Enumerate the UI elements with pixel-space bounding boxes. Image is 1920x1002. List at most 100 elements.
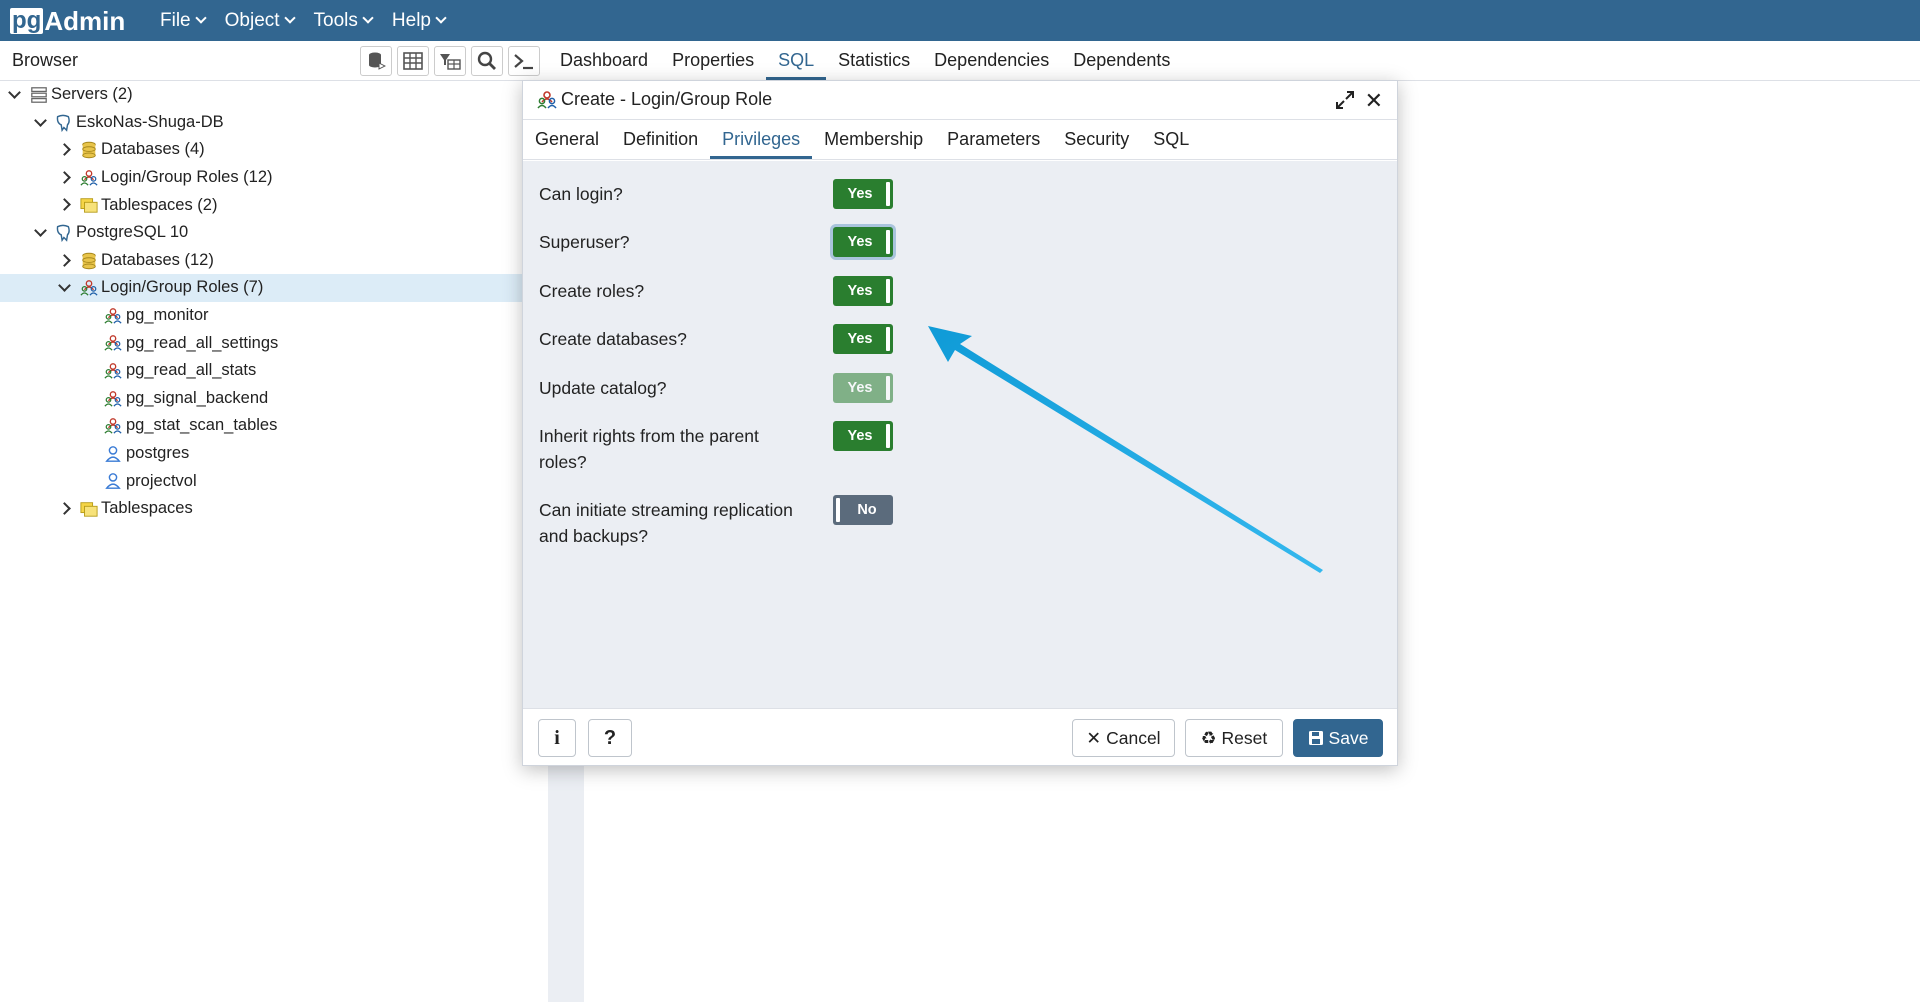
tab-dashboard[interactable]: Dashboard — [548, 42, 660, 80]
tree-item[interactable]: pg_monitor — [0, 302, 522, 330]
menu-tools[interactable]: Tools — [314, 10, 374, 32]
chevron-down-icon[interactable] — [34, 224, 47, 237]
search-icon — [477, 51, 496, 70]
chevron-right-icon[interactable] — [58, 253, 71, 267]
tree-item-label: pg_stat_scan_tables — [126, 416, 278, 435]
tree-item-label: Tablespaces — [101, 499, 193, 518]
menu-file-label: File — [160, 9, 191, 31]
chevron-right-icon[interactable] — [58, 198, 71, 212]
info-button[interactable]: i — [538, 719, 576, 757]
save-button[interactable]: Save — [1293, 719, 1383, 757]
pgadmin-logo[interactable]: pg Admin — [10, 6, 125, 36]
privilege-label: Can initiate streaming replication and b… — [539, 500, 793, 546]
menu-file[interactable]: File — [160, 9, 207, 32]
tree-item[interactable]: pg_signal_backend — [0, 385, 522, 413]
menu-help[interactable]: Help — [391, 9, 447, 32]
query-tool-icon — [369, 52, 386, 70]
tree-item-label: projectvol — [126, 471, 197, 490]
main-menu: File Object Tools Help — [160, 0, 465, 41]
dialog-tabs: General Definition Privileges Membership… — [523, 120, 1397, 160]
chevron-right-icon[interactable] — [58, 502, 71, 515]
query-tool-button[interactable] — [360, 46, 392, 76]
inherit-rights-toggle[interactable]: Yes — [833, 421, 893, 451]
tablespaces-icon — [80, 502, 98, 517]
tree-item[interactable]: pg_read_all_settings — [0, 329, 522, 357]
superuser-toggle[interactable]: Yes — [833, 227, 893, 257]
tree-item[interactable]: EskoNas-Shuga-DB — [0, 109, 522, 137]
group-role-icon — [104, 307, 122, 324]
tab-parameters[interactable]: Parameters — [935, 121, 1052, 159]
tree-item-label: Servers (2) — [51, 85, 133, 104]
tree-item[interactable]: Databases (4) — [0, 136, 522, 164]
psql-tool-button[interactable] — [508, 46, 540, 76]
create-databases-toggle[interactable]: Yes — [833, 324, 893, 354]
chevron-down-icon — [435, 12, 447, 24]
close-icon[interactable]: ✕ — [1365, 88, 1383, 114]
toggle-value: Yes — [847, 428, 873, 444]
tree-item[interactable]: Databases (12) — [0, 247, 522, 275]
tab-properties[interactable]: Properties — [660, 42, 766, 80]
dialog-titlebar[interactable]: Create - Login/Group Role ✕ — [523, 81, 1397, 120]
tab-privileges[interactable]: Privileges — [710, 121, 813, 159]
close-icon: ✕ — [1086, 727, 1102, 748]
tablespaces-icon — [80, 198, 98, 214]
chevron-right-icon[interactable] — [58, 170, 71, 184]
filtered-rows-button[interactable] — [434, 46, 466, 76]
tab-dependents[interactable]: Dependents — [1061, 42, 1182, 80]
tab-membership[interactable]: Membership — [812, 121, 935, 159]
servers-icon — [31, 87, 47, 103]
privilege-label: Create roles? — [539, 281, 645, 301]
menu-help-label: Help — [391, 9, 431, 31]
toggle-value: Yes — [847, 380, 873, 396]
server-elephant-icon — [56, 114, 70, 132]
tree-item[interactable]: Login/Group Roles (7) — [0, 274, 522, 302]
tree-item[interactable]: PostgreSQL 10 — [0, 219, 522, 247]
chevron-down-icon — [283, 12, 296, 24]
tab-definition[interactable]: Definition — [611, 121, 710, 159]
chevron-right-icon[interactable] — [58, 143, 71, 157]
save-label: Save — [1328, 727, 1369, 748]
search-objects-button[interactable] — [471, 46, 503, 76]
tab-dialog-sql[interactable]: SQL — [1141, 121, 1201, 159]
chevron-down-icon[interactable] — [58, 279, 71, 293]
browser-panel-header: Browser — [0, 41, 548, 81]
tree-item-label: EskoNas-Shuga-DB — [76, 112, 224, 131]
login-role-icon — [105, 445, 121, 462]
tree-item[interactable]: pg_read_all_stats — [0, 357, 522, 385]
create-roles-toggle[interactable]: Yes — [833, 276, 893, 306]
tree-item[interactable]: projectvol — [0, 467, 522, 495]
toggle-value: Yes — [847, 234, 873, 250]
replication-toggle[interactable]: No — [833, 495, 893, 525]
chevron-down-icon[interactable] — [8, 86, 21, 99]
can-login-toggle[interactable]: Yes — [833, 179, 893, 209]
tree-item[interactable]: Tablespaces (2) — [0, 191, 522, 219]
tab-sql[interactable]: SQL — [766, 42, 827, 80]
tree-item[interactable]: pg_stat_scan_tables — [0, 412, 522, 440]
menu-object[interactable]: Object — [225, 10, 296, 32]
tree-item[interactable]: Servers (2) — [0, 81, 522, 109]
main-tabs: Dashboard Properties SQL Statistics Depe… — [548, 41, 1920, 81]
tree-item[interactable]: postgres — [0, 440, 522, 468]
tab-dependencies[interactable]: Dependencies — [922, 42, 1061, 80]
logo-admin: Admin — [44, 5, 126, 36]
maximize-icon[interactable] — [1335, 90, 1355, 110]
help-button[interactable]: ? — [588, 719, 632, 757]
view-data-button[interactable] — [397, 46, 429, 76]
tree-item-label: Databases (12) — [101, 250, 214, 269]
toggle-value: Yes — [847, 331, 873, 347]
tree-item-label: PostgreSQL 10 — [76, 223, 189, 242]
browser-tree: Servers (2) EskoNas-Shuga-DB Databases (4)… — [0, 81, 548, 523]
tree-item[interactable]: Login/Group Roles (12) — [0, 164, 522, 192]
tab-security[interactable]: Security — [1052, 121, 1141, 159]
databases-icon — [82, 252, 96, 269]
reset-button[interactable]: ♻ Reset — [1185, 719, 1283, 757]
chevron-down-icon — [362, 12, 374, 24]
privileges-panel: Can login? Yes Superuser? Yes Create rol… — [523, 161, 1397, 710]
tab-statistics[interactable]: Statistics — [826, 42, 922, 80]
chevron-down-icon[interactable] — [34, 113, 47, 127]
cancel-button[interactable]: ✕ Cancel — [1072, 719, 1175, 757]
group-role-icon — [104, 363, 122, 379]
tab-general[interactable]: General — [523, 121, 611, 159]
tree-item[interactable]: Tablespaces — [0, 495, 522, 523]
tree-item-label: Databases (4) — [101, 140, 205, 159]
